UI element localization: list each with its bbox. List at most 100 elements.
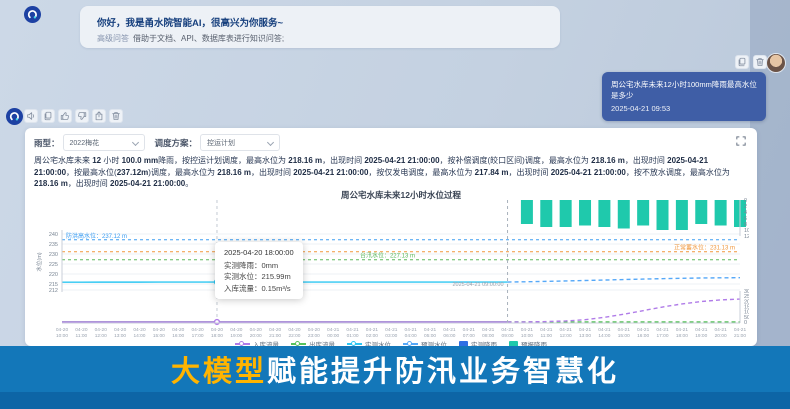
chart-title: 周公宅水库未来12小时水位过程 xyxy=(341,190,461,200)
ai-avatar xyxy=(24,6,41,23)
svg-text:04-2116:00: 04-2116:00 xyxy=(637,327,650,339)
copy-button[interactable] xyxy=(735,55,749,69)
svg-text:04-2010:00: 04-2010:00 xyxy=(56,327,69,339)
fullscreen-button[interactable] xyxy=(736,133,748,145)
thumbs-up-button[interactable] xyxy=(58,109,72,123)
svg-text:04-2101:00: 04-2101:00 xyxy=(346,327,359,339)
copy-answer-button[interactable] xyxy=(41,109,55,123)
thumbs-down-icon xyxy=(77,111,87,121)
svg-text:04-2013:00: 04-2013:00 xyxy=(114,327,127,339)
user-message-actions xyxy=(735,55,767,69)
ai-logo-icon xyxy=(8,110,21,123)
legend-line-marker xyxy=(403,343,418,345)
svg-text:04-2100:00: 04-2100:00 xyxy=(327,327,340,339)
bottom-banner: 大模型赋能提升防汛业务智慧化 xyxy=(0,346,790,392)
speaker-icon xyxy=(26,111,36,121)
water-level-chart[interactable]: 防洪高水位：237.12 m 正常蓄水位：231.13 m 台汛水位：227.13 … xyxy=(33,186,749,342)
banner-strip xyxy=(0,392,790,409)
answer-panel: 雨型： 2022梅花 调度方案： 控运计划 周公宅水库未来 12 小时 100.… xyxy=(25,128,757,346)
ai-avatar-answer xyxy=(6,108,23,125)
rain-type-label: 雨型： xyxy=(34,137,60,149)
svg-text:0: 0 xyxy=(744,320,747,326)
svg-text:04-2105:00: 04-2105:00 xyxy=(424,327,437,339)
svg-text:04-2109:00: 04-2109:00 xyxy=(501,327,514,339)
export-button[interactable] xyxy=(92,109,106,123)
svg-text:04-2011:00: 04-2011:00 xyxy=(75,327,88,339)
trash-icon xyxy=(755,57,765,67)
ai-logo-icon xyxy=(26,8,39,21)
delete-answer-button[interactable] xyxy=(109,109,123,123)
svg-text:04-2016:00: 04-2016:00 xyxy=(172,327,185,339)
svg-text:04-2107:00: 04-2107:00 xyxy=(463,327,476,339)
copy-icon xyxy=(737,57,747,67)
svg-text:04-2113:00: 04-2113:00 xyxy=(579,327,592,339)
legend-line-marker xyxy=(347,343,362,345)
assistant-greeting-sub: 高级问答借助于文档、API、数据库表进行知识问答; xyxy=(97,33,284,44)
app-root: { "chat": { "assistant": { "title": "你好，… xyxy=(0,0,790,409)
rain-type-value: 2022梅花 xyxy=(70,138,100,148)
user-message-bubble: 周公宅水库未来12小时100mm降雨最高水位是多少 2025-04-21 09:… xyxy=(602,72,766,121)
svg-text:04-2017:00: 04-2017:00 xyxy=(191,327,204,339)
filter-row: 雨型： 2022梅花 调度方案： 控运计划 xyxy=(34,134,280,151)
tooltip-row-level: 实测水位：215.99m xyxy=(224,271,294,283)
svg-text:04-2018:00: 04-2018:00 xyxy=(211,327,224,339)
banner-highlight: 大模型 xyxy=(171,356,267,388)
svg-text:230: 230 xyxy=(49,252,58,258)
svg-text:04-2104:00: 04-2104:00 xyxy=(405,327,418,339)
user-message-time: 2025-04-21 09:53 xyxy=(611,103,757,114)
svg-text:04-2020:00: 04-2020:00 xyxy=(250,327,263,339)
export-icon xyxy=(94,111,104,121)
svg-text:12: 12 xyxy=(744,234,749,240)
svg-text:04-2111:00: 04-2111:00 xyxy=(540,327,553,339)
assistant-greeting-bubble: 你好，我是甬水院智能AI，很高兴为你服务~ 高级问答借助于文档、API、数据库表… xyxy=(80,6,560,48)
tooltip-title: 2025-04-20 18:00:00 xyxy=(224,247,294,259)
svg-text:台汛水位：227.13 m: 台汛水位：227.13 m xyxy=(360,252,415,260)
chart-tooltip: 2025-04-20 18:00:00 实测降雨：0mm 实测水位：215.99… xyxy=(215,242,303,299)
assistant-greeting-title: 你好，我是甬水院智能AI，很高兴为你服务~ xyxy=(97,15,283,29)
svg-text:04-2102:00: 04-2102:00 xyxy=(366,327,379,339)
svg-text:04-2014:00: 04-2014:00 xyxy=(133,327,146,339)
svg-text:04-2120:00: 04-2120:00 xyxy=(714,327,727,339)
thumbs-down-button[interactable] xyxy=(75,109,89,123)
plan-select[interactable]: 控运计划 xyxy=(200,134,280,151)
svg-text:235: 235 xyxy=(49,242,58,248)
tooltip-row-rain: 实测降雨：0mm xyxy=(224,260,294,272)
trash-icon xyxy=(111,111,121,121)
svg-text:04-2022:00: 04-2022:00 xyxy=(288,327,301,339)
user-message-text: 周公宅水库未来12小时100mm降雨最高水位是多少 xyxy=(611,79,757,101)
svg-text:04-2021:00: 04-2021:00 xyxy=(269,327,282,339)
read-aloud-button[interactable] xyxy=(24,109,38,123)
svg-text:04-2112:00: 04-2112:00 xyxy=(560,327,573,339)
svg-text:正常蓄水位：231.13 m: 正常蓄水位：231.13 m xyxy=(674,244,735,252)
svg-text:240: 240 xyxy=(49,232,58,238)
thumbs-up-icon xyxy=(60,111,70,121)
user-avatar xyxy=(766,53,786,73)
rain-bars xyxy=(521,200,746,230)
delete-button[interactable] xyxy=(753,55,767,69)
rain-type-select[interactable]: 2022梅花 xyxy=(63,134,145,151)
svg-text:04-2103:00: 04-2103:00 xyxy=(385,327,398,339)
fullscreen-icon xyxy=(736,136,746,146)
svg-text:水位(m): 水位(m) xyxy=(35,252,43,271)
mark-lines: 防洪高水位：237.12 m 正常蓄水位：231.13 m 台汛水位：227.13 … xyxy=(62,232,740,260)
banner-text: 大模型赋能提升防汛业务智慧化 xyxy=(171,348,619,390)
svg-text:212: 212 xyxy=(49,288,58,294)
banner-rest: 赋能提升防汛业务智慧化 xyxy=(267,356,619,388)
svg-text:04-2115:00: 04-2115:00 xyxy=(618,327,631,339)
assistant-answer-toolbar xyxy=(24,109,123,123)
svg-text:04-2019:00: 04-2019:00 xyxy=(230,327,243,339)
svg-text:04-2015:00: 04-2015:00 xyxy=(153,327,166,339)
qa-mode-desc: 借助于文档、API、数据库表进行知识问答; xyxy=(133,34,284,43)
legend-line-marker xyxy=(235,343,250,345)
svg-text:220: 220 xyxy=(49,272,58,278)
qa-mode-tag: 高级问答 xyxy=(97,34,129,43)
svg-text:04-2114:00: 04-2114:00 xyxy=(598,327,611,339)
tooltip-row-inflow: 入库流量：0.15m³/s xyxy=(224,283,294,295)
current-time-label: 2025-04-21 09:00:00 xyxy=(452,282,503,288)
svg-text:04-2119:00: 04-2119:00 xyxy=(695,327,708,339)
plan-value: 控运计划 xyxy=(207,138,235,148)
svg-text:防洪高水位：237.12 m: 防洪高水位：237.12 m xyxy=(66,232,127,240)
svg-text:04-2110:00: 04-2110:00 xyxy=(521,327,534,339)
svg-text:225: 225 xyxy=(49,262,58,268)
svg-text:04-2012:00: 04-2012:00 xyxy=(95,327,108,339)
